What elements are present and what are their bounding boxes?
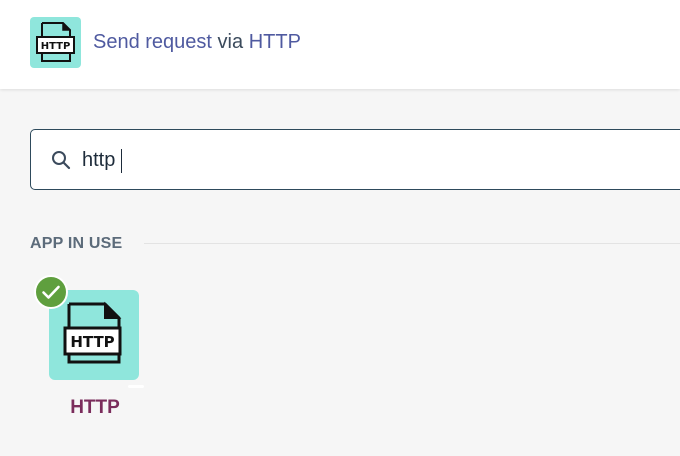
checkmark-icon (34, 275, 68, 309)
action-link[interactable]: Send request (93, 31, 212, 53)
app-tile-http[interactable]: HTTP HTTP (30, 272, 160, 432)
section-divider (144, 243, 680, 244)
header-bar: HTTP Send request via HTTP (0, 0, 680, 89)
title-connector: via (217, 31, 244, 53)
app-link[interactable]: HTTP (249, 31, 301, 53)
search-input[interactable]: http (30, 129, 680, 190)
app-name: HTTP (70, 397, 120, 418)
header-title: Send request via HTTP (93, 29, 301, 55)
text-caret (121, 149, 122, 173)
http-document-icon: HTTP (30, 17, 81, 68)
search-value: http (82, 149, 116, 171)
search-icon (52, 151, 71, 170)
header-icon-label: HTTP (41, 41, 71, 52)
app-icon-label: HTTP (70, 333, 114, 351)
app-tile-underline (128, 385, 144, 388)
section-heading: APP IN USE (30, 235, 123, 252)
